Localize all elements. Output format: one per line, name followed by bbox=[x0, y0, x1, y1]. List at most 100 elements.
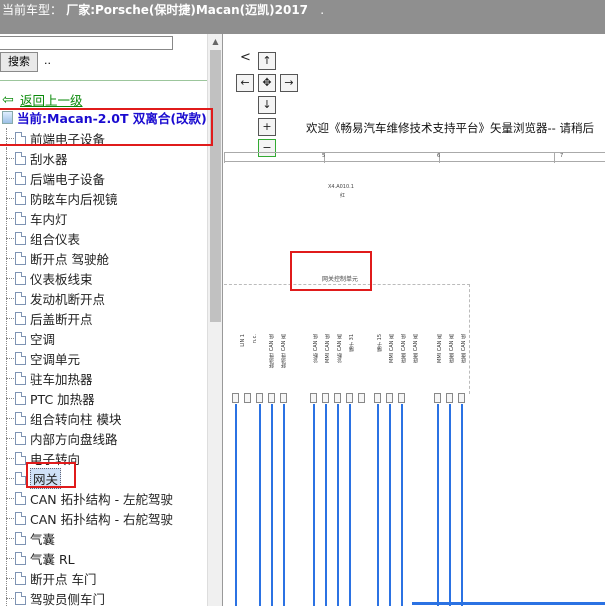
highlight-gateway-item bbox=[26, 462, 76, 488]
tree-item[interactable]: 气囊 bbox=[0, 528, 55, 548]
back-link-label[interactable]: 返回上一级 bbox=[20, 90, 83, 109]
welcome-message: 欢迎《畅易汽车维修技术支持平台》矢量浏览器-- 请稍后 bbox=[306, 121, 594, 135]
document-icon bbox=[15, 151, 26, 165]
pan-left-button[interactable]: ← bbox=[236, 74, 254, 92]
nav-back-chevron[interactable]: < bbox=[240, 50, 251, 65]
tree-item-label[interactable]: 组合转向柱 模块 bbox=[30, 409, 121, 428]
tree-item[interactable]: 驾驶员侧车门 bbox=[0, 588, 105, 606]
vector-viewer: < ↑ ← ✥ → ↓ + − 欢迎《畅易汽车维修技术支持平台》矢量浏览器-- … bbox=[224, 34, 605, 606]
tree-item-label[interactable]: CAN 拓扑结构 - 右舵驾驶 bbox=[30, 509, 173, 528]
tree-item-label[interactable]: 断开点 驾驶舱 bbox=[30, 249, 109, 268]
tree-item[interactable]: 组合转向柱 模块 bbox=[0, 408, 121, 428]
tree-item[interactable]: 仪表板线束 bbox=[0, 268, 93, 288]
document-icon bbox=[15, 571, 26, 585]
sidebar-divider bbox=[0, 80, 207, 81]
tree-item-label[interactable]: 断开点 车门 bbox=[30, 569, 96, 588]
signal-label: 舒适性 CAN 高 bbox=[281, 334, 287, 368]
document-icon bbox=[15, 171, 26, 185]
tree-item-label[interactable]: 气囊 bbox=[30, 529, 55, 548]
tree-item-label[interactable]: 仪表板线束 bbox=[30, 269, 93, 288]
scroll-up-arrow-icon[interactable]: ▲ bbox=[208, 34, 222, 50]
wire bbox=[313, 404, 315, 606]
tree-item[interactable]: 发动机断开点 bbox=[0, 288, 105, 308]
zoom-in-button[interactable]: + bbox=[258, 118, 276, 136]
tree-item[interactable]: 断开点 驾驶舱 bbox=[0, 248, 109, 268]
tree-item-label[interactable]: 内部方向盘线路 bbox=[30, 429, 118, 448]
signal-label: 诊断 CAN 高 bbox=[337, 334, 343, 363]
pan-up-button[interactable]: ↑ bbox=[258, 52, 276, 70]
tree-item-label[interactable]: 后端电子设备 bbox=[30, 169, 105, 188]
tree-item-label[interactable]: PTC 加热器 bbox=[30, 389, 95, 408]
tree-item-label[interactable]: 发动机断开点 bbox=[30, 289, 105, 308]
tree-item[interactable]: 组合仪表 bbox=[0, 228, 80, 248]
tree-item-label[interactable]: 驻车加热器 bbox=[30, 369, 93, 388]
tree-item[interactable]: 车内灯 bbox=[0, 208, 68, 228]
signal-label: 舒适性 CAN 低 bbox=[269, 334, 275, 368]
ruler-number: 6 bbox=[437, 153, 441, 159]
title-suffix: . bbox=[320, 3, 325, 17]
document-icon bbox=[15, 371, 26, 385]
signal-label: 底盘 CAN 高 bbox=[413, 334, 419, 363]
pan-right-button[interactable]: → bbox=[280, 74, 298, 92]
tree-item[interactable]: CAN 拓扑结构 - 右舵驾驶 bbox=[0, 508, 173, 528]
tree-item[interactable]: 断开点 车门 bbox=[0, 568, 96, 588]
tree-item-label[interactable]: 气囊 RL bbox=[30, 549, 75, 568]
back-arrow-icon: ⇦ bbox=[2, 91, 14, 108]
tree-item-label[interactable]: 驾驶员侧车门 bbox=[30, 589, 105, 606]
pan-center-button[interactable]: ✥ bbox=[258, 74, 276, 92]
title-vehicle: 厂家:Porsche(保时捷)Macan(迈凯)2017 bbox=[66, 3, 309, 17]
tree-item[interactable]: CAN 拓扑结构 - 左舵驾驶 bbox=[0, 488, 173, 508]
signal-label: 端子 15 bbox=[377, 334, 383, 352]
document-icon bbox=[15, 271, 26, 285]
wire bbox=[389, 404, 391, 606]
ruler-number: 7 bbox=[560, 153, 564, 159]
tree-item-label[interactable]: 防眩车内后视镜 bbox=[30, 189, 118, 208]
ruler-number: 5 bbox=[322, 153, 326, 159]
search-button[interactable]: 搜索 bbox=[0, 52, 38, 72]
signal-label: LIN 1 bbox=[240, 334, 246, 347]
tree-item[interactable]: 后盖断开点 bbox=[0, 308, 93, 328]
document-icon bbox=[15, 291, 26, 305]
tree-item[interactable]: PTC 加热器 bbox=[0, 388, 95, 408]
connector-ref: X4.A010.1 bbox=[328, 184, 354, 190]
tree-item[interactable]: 刮水器 bbox=[0, 148, 68, 168]
document-icon bbox=[15, 311, 26, 325]
signal-label: n.c. bbox=[252, 334, 258, 344]
diagram-ruler: 5 6 7 bbox=[224, 152, 605, 163]
document-icon bbox=[15, 331, 26, 345]
wire bbox=[377, 404, 379, 606]
document-icon bbox=[15, 251, 26, 265]
signal-label: MMI CAN 高 bbox=[437, 334, 443, 363]
document-icon bbox=[15, 411, 26, 425]
tree-item-label[interactable]: 刮水器 bbox=[30, 149, 68, 168]
tree-item-label[interactable]: 组合仪表 bbox=[30, 229, 80, 248]
tree-item[interactable]: 后端电子设备 bbox=[0, 168, 105, 188]
document-icon bbox=[15, 591, 26, 605]
tree-item-label[interactable]: CAN 拓扑结构 - 左舵驾驶 bbox=[30, 489, 173, 508]
document-icon bbox=[15, 491, 26, 505]
tree-item-label[interactable]: 车内灯 bbox=[30, 209, 68, 228]
wire bbox=[449, 404, 451, 606]
tree-item-label[interactable]: 后盖断开点 bbox=[30, 309, 93, 328]
document-icon bbox=[15, 211, 26, 225]
tree-item[interactable]: 防眩车内后视镜 bbox=[0, 188, 118, 208]
tree-item[interactable]: 空调单元 bbox=[0, 348, 80, 368]
tree-item-label[interactable]: 空调单元 bbox=[30, 349, 80, 368]
scroll-thumb[interactable] bbox=[210, 50, 221, 322]
tree-item[interactable]: 驻车加热器 bbox=[0, 368, 93, 388]
search-input[interactable] bbox=[0, 36, 173, 50]
highlight-gateway-module bbox=[290, 251, 372, 291]
document-icon bbox=[15, 471, 26, 485]
wire bbox=[325, 404, 327, 606]
wire bbox=[437, 404, 439, 606]
signal-label: 端子 31 bbox=[349, 334, 355, 352]
tree-item[interactable]: 空调 bbox=[0, 328, 55, 348]
signal-label: MMI CAN 低 bbox=[325, 334, 331, 363]
back-link[interactable]: ⇦ 返回上一级 bbox=[2, 90, 83, 109]
search-dots: .. bbox=[44, 54, 51, 67]
tree-item[interactable]: 内部方向盘线路 bbox=[0, 428, 118, 448]
wire bbox=[259, 404, 261, 606]
tree-item[interactable]: 气囊 RL bbox=[0, 548, 75, 568]
tree-item-label[interactable]: 空调 bbox=[30, 329, 55, 348]
pan-down-button[interactable]: ↓ bbox=[258, 96, 276, 114]
